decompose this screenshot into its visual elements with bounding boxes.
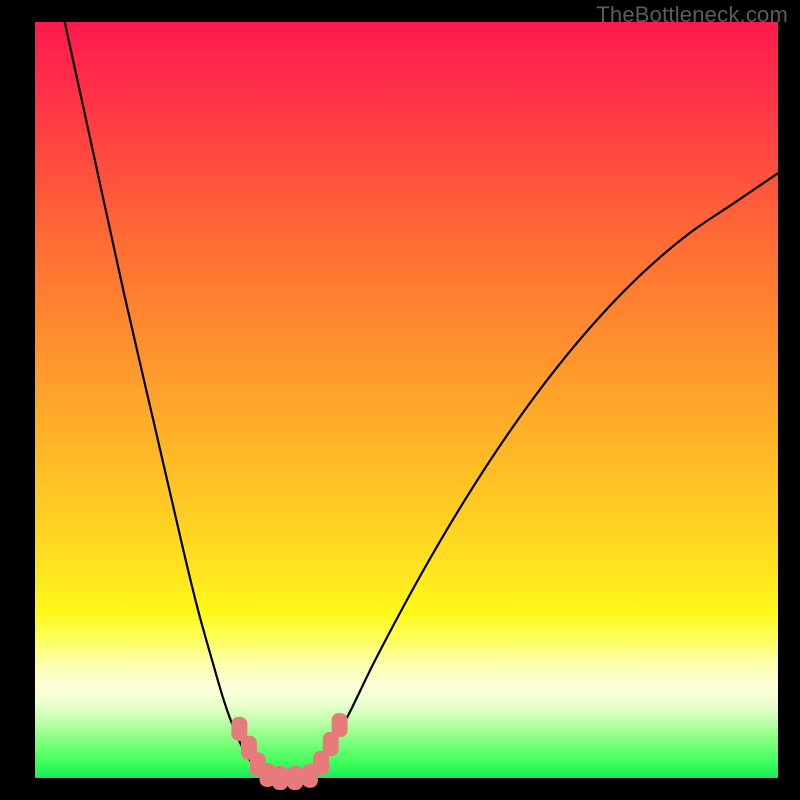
- curve-layer: [35, 22, 778, 778]
- bottleneck-curve: [65, 22, 778, 778]
- plot-area: [35, 22, 778, 778]
- highlight-markers: [231, 713, 347, 790]
- highlight-dot: [332, 713, 348, 737]
- highlight-dot: [272, 766, 288, 790]
- curve-left-branch: [65, 22, 266, 778]
- highlight-dot: [287, 766, 303, 790]
- chart-frame: TheBottleneck.com: [0, 0, 800, 800]
- curve-right-branch: [310, 173, 778, 778]
